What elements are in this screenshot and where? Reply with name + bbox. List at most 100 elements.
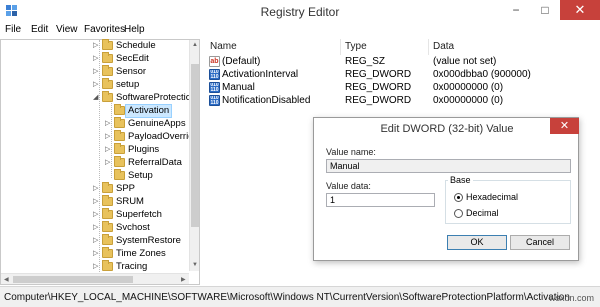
folder-icon xyxy=(114,130,125,141)
base-group-label: Base xyxy=(448,175,473,185)
tree-vertical-scrollbar[interactable]: ▲ ▼ xyxy=(189,40,199,271)
ok-button[interactable]: OK xyxy=(447,235,507,250)
dword-value-icon: 010 110 xyxy=(209,69,220,80)
dword-value-icon: 010 110 xyxy=(209,82,220,93)
expand-arrow-icon[interactable]: ▷ xyxy=(93,248,98,260)
folder-icon xyxy=(114,104,125,115)
minimize-button[interactable]: − xyxy=(503,0,529,20)
expand-arrow-icon[interactable]: ▷ xyxy=(105,131,110,143)
tree-item-label: Sensor xyxy=(116,66,147,77)
tree-item-label: SRUM xyxy=(116,196,144,207)
tree-item-label: PayloadOverric xyxy=(128,131,193,142)
scroll-left-icon[interactable]: ◀ xyxy=(4,276,9,283)
folder-icon xyxy=(114,117,125,128)
expand-arrow-icon[interactable]: ▷ xyxy=(93,222,98,234)
value-type: REG_SZ xyxy=(345,56,386,67)
folder-icon xyxy=(114,143,125,154)
tree-item[interactable]: ▷ Time Zones xyxy=(93,247,188,260)
tree-item-label: ReferralData xyxy=(128,157,182,168)
tree-horizontal-scrollbar[interactable]: ◀ ▶ xyxy=(1,273,189,284)
expand-arrow-icon[interactable]: ▷ xyxy=(93,196,98,208)
radio-label: Decimal xyxy=(466,208,499,218)
scroll-thumb[interactable] xyxy=(191,64,199,227)
title-bar: Registry Editor − □ ✕ xyxy=(0,0,600,22)
list-item[interactable]: ab (Default) REG_SZ (value not set) xyxy=(205,56,600,68)
tree-item[interactable]: ▷ setup xyxy=(93,78,188,91)
column-header-type[interactable]: Type xyxy=(345,41,367,52)
tree-item[interactable]: ◢ SoftwareProtection xyxy=(93,91,196,104)
tree-item-label: Setup xyxy=(128,170,153,181)
list-item[interactable]: 010 110 ActivationInterval REG_DWORD 0x00… xyxy=(205,69,600,81)
menu-help[interactable]: Help xyxy=(124,24,145,35)
tree-item[interactable]: ▷ Tracing xyxy=(93,260,188,273)
close-button[interactable]: ✕ xyxy=(560,0,600,20)
expand-arrow-icon[interactable]: ▷ xyxy=(105,144,110,156)
tree-item-label: GenuineApps xyxy=(128,118,186,129)
column-separator[interactable] xyxy=(340,39,341,55)
value-name-field[interactable]: Manual xyxy=(326,159,571,173)
scroll-right-icon[interactable]: ▶ xyxy=(181,276,186,283)
dword-value-icon: 010 110 xyxy=(209,95,220,106)
dialog-close-button[interactable]: ✕ xyxy=(550,118,579,134)
radio-hexadecimal[interactable]: Hexadecimal xyxy=(454,192,564,203)
expand-arrow-icon[interactable]: ▷ xyxy=(105,118,110,130)
tree-item[interactable]: ▷Setup xyxy=(105,169,188,182)
column-separator[interactable] xyxy=(428,39,429,55)
tree-item[interactable]: ▷ SecEdit xyxy=(93,52,188,65)
tree-item[interactable]: ▷ SystemRestore xyxy=(93,234,188,247)
scroll-down-icon[interactable]: ▼ xyxy=(192,262,198,268)
radio-unchecked-icon xyxy=(454,209,463,218)
menu-edit[interactable]: Edit xyxy=(31,24,48,35)
list-item[interactable]: 010 110 NotificationDisabled REG_DWORD 0x… xyxy=(205,95,600,107)
expand-arrow-icon[interactable]: ▷ xyxy=(93,40,98,52)
expanded-arrow-icon[interactable]: ◢ xyxy=(93,92,98,104)
maximize-button[interactable]: □ xyxy=(532,0,558,20)
folder-icon xyxy=(102,221,113,232)
tree-item[interactable]: ▷ Sensor xyxy=(93,65,188,78)
tree-item[interactable]: ▷Activation xyxy=(105,104,188,118)
list-item[interactable]: 010 110 Manual REG_DWORD 0x00000000 (0) xyxy=(205,82,600,94)
dialog-title: Edit DWORD (32-bit) Value xyxy=(380,123,514,135)
expand-arrow-icon[interactable]: ▷ xyxy=(93,235,98,247)
tree-item-label: SoftwareProtection xyxy=(116,92,197,103)
scroll-up-icon[interactable]: ▲ xyxy=(192,42,198,48)
tree-item-label: Time Zones xyxy=(116,248,166,259)
tree-item-label: Plugins xyxy=(128,144,160,155)
folder-icon xyxy=(114,156,125,167)
menu-view[interactable]: View xyxy=(56,24,78,35)
tree-item[interactable]: ▷ Svchost xyxy=(93,221,188,234)
scroll-thumb[interactable] xyxy=(13,276,133,283)
status-bar: Computer\HKEY_LOCAL_MACHINE\SOFTWARE\Mic… xyxy=(0,286,600,307)
menu-favorites[interactable]: Favorites xyxy=(84,24,125,35)
value-name: ActivationInterval xyxy=(222,69,299,80)
radio-decimal[interactable]: Decimal xyxy=(454,208,564,219)
value-name: (Default) xyxy=(222,56,261,67)
value-name: Manual xyxy=(222,82,255,93)
expand-arrow-icon[interactable]: ▷ xyxy=(93,53,98,65)
value-data-input[interactable]: 1 xyxy=(326,193,435,207)
expand-arrow-icon[interactable]: ▷ xyxy=(93,66,98,78)
tree-item-label: Activation xyxy=(124,104,173,118)
expand-arrow-icon[interactable]: ▷ xyxy=(93,79,98,91)
tree-item[interactable]: ▷ Plugins xyxy=(105,143,188,156)
expand-arrow-icon[interactable]: ▷ xyxy=(105,157,110,169)
expand-arrow-icon[interactable]: ▷ xyxy=(93,183,98,195)
cancel-button[interactable]: Cancel xyxy=(510,235,570,250)
tree-item[interactable]: ▷ ReferralData xyxy=(105,156,188,169)
expand-arrow-icon[interactable]: ▷ xyxy=(93,261,98,273)
tree-item-label: Superfetch xyxy=(116,209,162,220)
column-header-name[interactable]: Name xyxy=(210,41,237,52)
tree-item[interactable]: ▷ Superfetch xyxy=(93,208,188,221)
tree-item[interactable]: ▷ SRUM xyxy=(93,195,188,208)
tree-item[interactable]: ▷ PayloadOverric xyxy=(105,130,193,143)
tree-item[interactable]: ▷ Schedule xyxy=(93,39,188,52)
tree-item[interactable]: ▷ SPP xyxy=(93,182,188,195)
tree-item-label: SecEdit xyxy=(116,53,149,64)
radio-checked-icon xyxy=(454,193,463,202)
expand-arrow-icon[interactable]: ▷ xyxy=(93,209,98,221)
tree-item[interactable]: ▷ GenuineApps xyxy=(105,117,188,130)
column-header-data[interactable]: Data xyxy=(433,41,454,52)
tree-item-label: SystemRestore xyxy=(116,235,181,246)
menu-file[interactable]: File xyxy=(5,24,21,35)
folder-icon xyxy=(102,78,113,89)
